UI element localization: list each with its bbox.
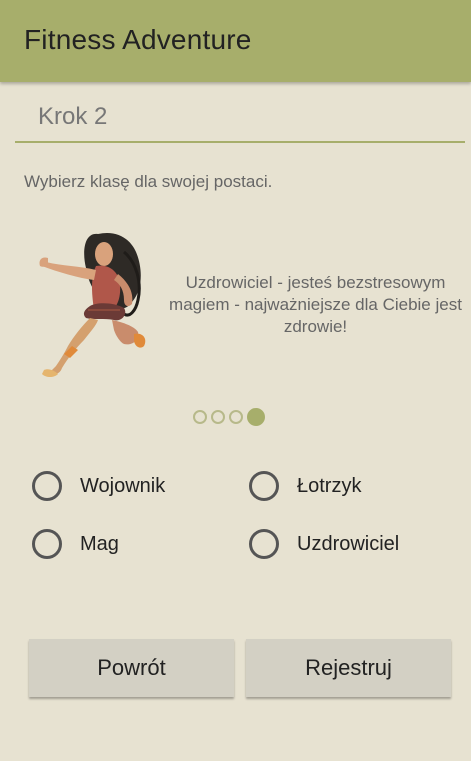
back-button[interactable]: Powrót [29,639,234,697]
instruction-text: Wybierz klasę dla swojej postaci. [24,172,273,191]
app-title: Fitness Adventure [24,24,252,55]
step-title: Krok 2 [38,103,108,130]
carousel-dot[interactable] [193,410,207,424]
radio-button[interactable] [249,529,279,559]
radio-button[interactable] [32,529,62,559]
class-option-wojownik[interactable]: Wojownik [32,471,165,501]
radio-button[interactable] [249,471,279,501]
radio-button[interactable] [32,471,62,501]
carousel-dot[interactable] [211,410,225,424]
class-option-label: Łotrzyk [297,474,362,497]
carousel-dot[interactable] [229,410,243,424]
class-option-uzdrowiciel[interactable]: Uzdrowiciel [249,529,399,559]
app-bar: Fitness Adventure [0,0,471,82]
class-option-label: Uzdrowiciel [297,532,400,555]
register-button[interactable]: Rejestruj [246,639,451,697]
class-option-lotrzyk[interactable]: Łotrzyk [249,471,361,501]
carousel-dot-active[interactable] [247,408,265,426]
character-description: Uzdrowiciel - jesteś bezstresowym magiem… [169,273,462,336]
step-divider [15,141,465,143]
carousel-indicator [193,408,265,426]
class-option-label: Wojownik [80,474,166,497]
character-illustration[interactable] [24,222,158,382]
class-option-label: Mag [80,532,119,555]
class-option-mag[interactable]: Mag [32,529,119,559]
